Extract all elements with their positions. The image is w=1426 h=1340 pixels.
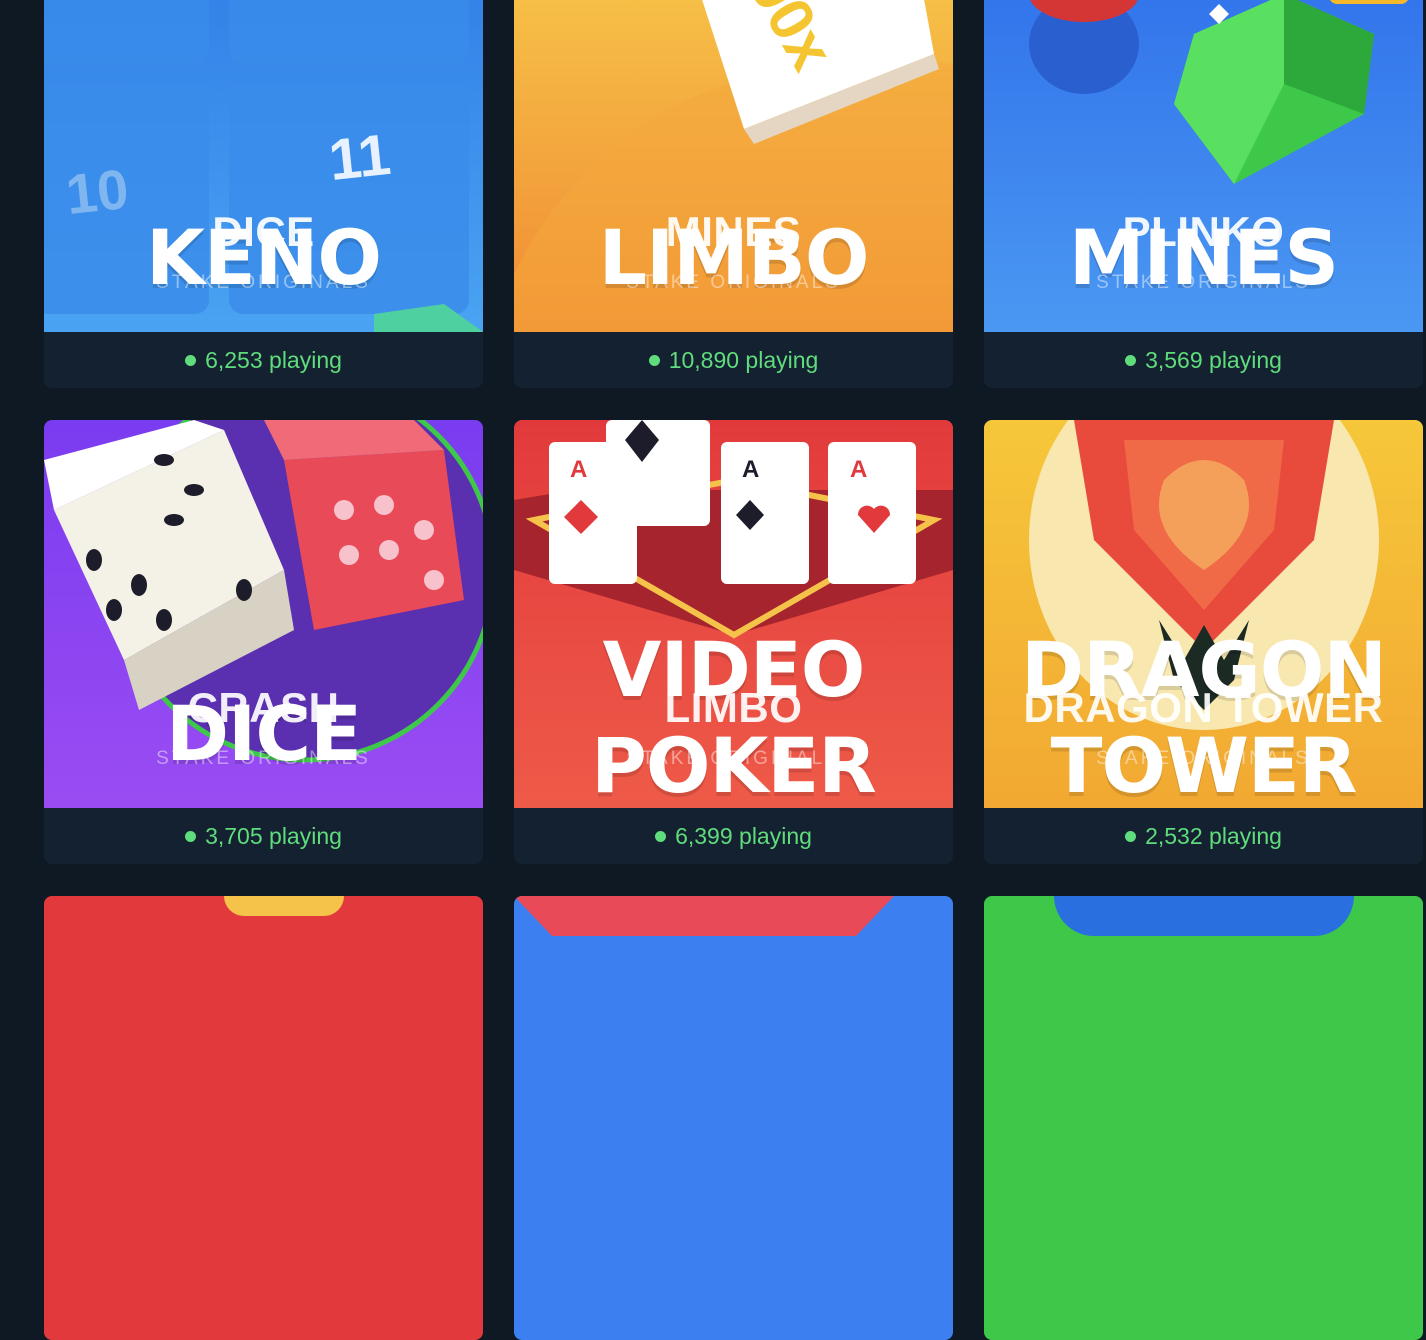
game-art-video-poker: A A A VIDEO POKER LIMBO STAKE ORIGINALS: [514, 420, 953, 808]
game-subtitle: STAKE ORIGINALS: [1096, 272, 1311, 293]
game-subtitle: STAKE ORIGINALS: [156, 272, 371, 293]
online-dot-icon: [185, 830, 197, 842]
game-overlay-title: LIMBO: [664, 684, 803, 731]
player-count: 6,399 playing: [514, 808, 953, 864]
game-card-dragon-tower[interactable]: DRAGON TOWER DRAGON TOWER STAKE ORIGINAL…: [984, 420, 1423, 864]
poker-card-rank: A: [570, 456, 588, 483]
game-overlay-title: DICE: [212, 208, 315, 255]
game-subtitle: STAKE ORIGINALS: [1096, 748, 1311, 769]
game-card-mines[interactable]: MINES PLINKO STAKE ORIGINALS 3,569 playi…: [984, 0, 1423, 388]
game-card-partial[interactable]: [514, 896, 953, 1340]
game-subtitle: STAKE ORIGINALS: [626, 748, 841, 769]
game-art-partial: [1054, 896, 1354, 936]
game-card-partial[interactable]: [44, 896, 483, 1340]
player-count-text: 3,569 playing: [1145, 346, 1282, 373]
player-count: 3,569 playing: [984, 332, 1423, 388]
game-art-partial: [224, 896, 344, 916]
player-count-text: 6,253 playing: [205, 346, 342, 373]
player-count-text: 2,532 playing: [1145, 822, 1282, 849]
game-card-partial[interactable]: [984, 896, 1423, 1340]
online-dot-icon: [1125, 830, 1137, 842]
player-count-text: 6,399 playing: [675, 822, 812, 849]
player-count-text: 10,890 playing: [668, 346, 819, 373]
game-subtitle: STAKE ORIGINALS: [626, 272, 841, 293]
online-dot-icon: [648, 354, 660, 366]
player-count: 10,890 playing: [514, 332, 953, 388]
player-count-text: 3,705 playing: [205, 822, 342, 849]
player-count: 6,253 playing: [44, 332, 483, 388]
game-overlay-title: PLINKO: [1122, 208, 1285, 255]
game-art-limbo: 00x LIMBO MINES STAKE ORIGINALS: [514, 0, 953, 332]
game-subtitle: STAKE ORIGINALS: [156, 748, 371, 769]
game-art-keno: 10 11 KENO DICE STAKE ORIGINALS: [44, 0, 483, 332]
game-card-keno[interactable]: 10 11 KENO DICE STAKE ORIGINALS 6,253 pl…: [44, 0, 483, 388]
game-card-video-poker[interactable]: A A A VIDEO POKER LIMBO STAKE ORIGINALS …: [514, 420, 953, 864]
game-card-limbo[interactable]: 00x LIMBO MINES STAKE ORIGINALS 10,890 p…: [514, 0, 953, 388]
poker-card-rank: A: [742, 456, 760, 483]
game-art-dragon-tower: DRAGON TOWER DRAGON TOWER STAKE ORIGINAL…: [984, 420, 1423, 808]
game-art-partial: [514, 896, 894, 936]
game-art-mines: MINES PLINKO STAKE ORIGINALS: [984, 0, 1423, 332]
online-dot-icon: [185, 354, 197, 366]
playing-card-icon: [549, 420, 916, 584]
game-overlay-title: DRAGON TOWER: [1023, 684, 1384, 731]
game-art-dice: DICE CRASH STAKE ORIGINALS: [44, 420, 483, 808]
game-overlay-title: MINES: [665, 208, 802, 255]
player-count: 3,705 playing: [44, 808, 483, 864]
game-card-dice[interactable]: DICE CRASH STAKE ORIGINALS 3,705 playing: [44, 420, 483, 864]
poker-card-rank: A: [850, 456, 868, 483]
online-dot-icon: [655, 830, 667, 842]
player-count: 2,532 playing: [984, 808, 1423, 864]
game-grid: 10 11 KENO DICE STAKE ORIGINALS 6,253 pl…: [44, 0, 1423, 1340]
keno-number-11: 11: [325, 121, 394, 194]
online-dot-icon: [1125, 354, 1137, 366]
game-overlay-title: CRASH: [187, 684, 340, 731]
